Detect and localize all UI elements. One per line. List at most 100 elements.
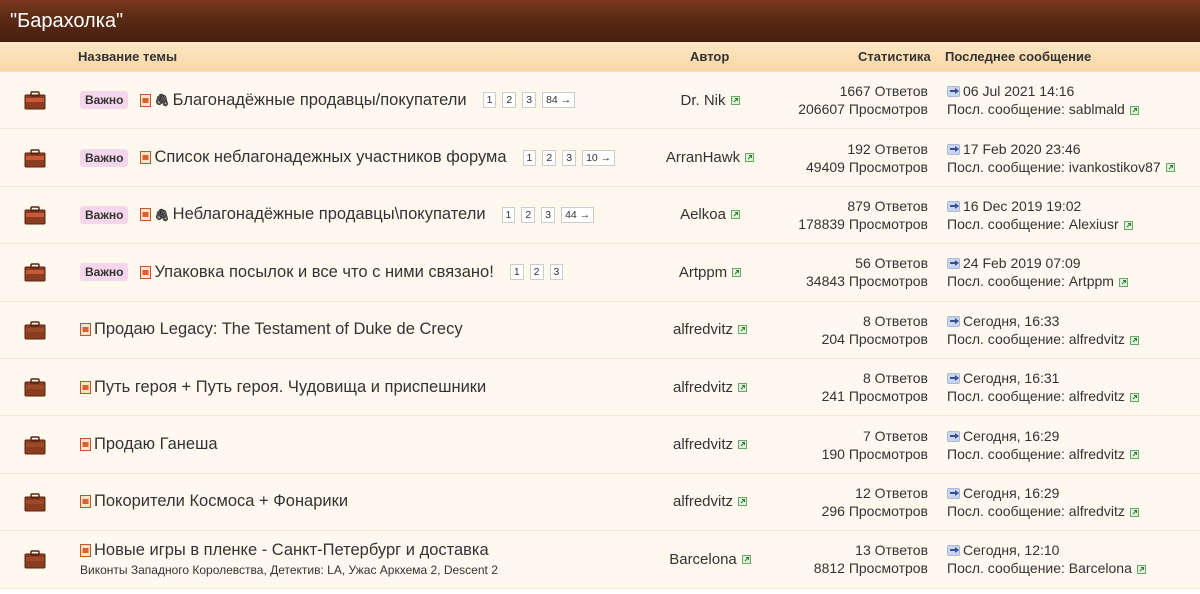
external-link-icon[interactable] [741, 554, 751, 564]
external-link-icon[interactable] [738, 382, 748, 392]
go-to-last-post-icon[interactable] [947, 487, 960, 499]
external-link-icon[interactable] [1118, 278, 1128, 288]
external-link-icon[interactable] [1129, 105, 1139, 115]
page-link[interactable]: 1 [501, 206, 516, 223]
author-link[interactable]: Dr. Nik [681, 92, 726, 109]
topic-title-link[interactable]: Упаковка посылок и все что с ними связан… [154, 263, 493, 282]
topic-cell: Продаю Ганеша [80, 416, 218, 472]
topic-title-link[interactable]: Новые игры в пленке - Санкт-Петербург и … [94, 541, 489, 560]
page-link[interactable]: 2 [529, 264, 544, 281]
reply-count: 56 Ответов [855, 255, 928, 272]
go-to-last-post-icon[interactable] [947, 258, 960, 270]
stats-cell: 1667 Ответов 206607 Просмотров [798, 72, 928, 128]
topic-row: Продаю Legacy: The Testament of Duke de … [0, 301, 1200, 359]
author-link[interactable]: alfredvitz [673, 493, 733, 510]
go-to-last-post-icon[interactable] [947, 200, 960, 212]
external-link-icon[interactable] [738, 440, 748, 450]
last-post-date: 24 Feb 2019 07:09 [963, 255, 1081, 272]
reply-count: 8 Ответов [862, 370, 928, 387]
go-to-last-post-icon[interactable] [947, 143, 960, 155]
last-post-cell: 06 Jul 2021 14:16 Посл. сообщение: sablm… [947, 72, 1139, 128]
last-post-date: Сегодня, 16:33 [963, 312, 1060, 329]
external-link-icon[interactable] [732, 267, 742, 277]
column-header-author: Автор [690, 49, 730, 64]
topic-title-link[interactable]: Продаю Ганеша [94, 435, 218, 454]
page-link[interactable]: 1 [522, 149, 537, 166]
external-link-icon[interactable] [1129, 507, 1139, 517]
last-post-author[interactable]: Посл. сообщение: alfredvitz [947, 388, 1125, 404]
last-post-author[interactable]: Посл. сообщение: sablmald [947, 101, 1125, 117]
page-link[interactable]: 1 [509, 264, 524, 281]
stats-cell: 56 Ответов 34843 Просмотров [806, 244, 928, 300]
author-cell: Dr. Nik [640, 72, 780, 128]
author-link[interactable]: alfredvitz [673, 321, 733, 338]
page-link[interactable]: 44 → [561, 206, 595, 223]
external-link-icon[interactable] [1129, 335, 1139, 345]
external-link-icon[interactable] [1129, 450, 1139, 460]
topic-folder-icon [24, 550, 46, 569]
author-link[interactable]: Artppm [679, 264, 727, 281]
page-link[interactable]: 2 [542, 149, 557, 166]
topic-title-link[interactable]: Продаю Legacy: The Testament of Duke de … [94, 320, 463, 339]
topic-title-link[interactable]: Благонадёжные продавцы/покупатели [173, 91, 467, 110]
topic-title-link[interactable]: Путь героя + Путь героя. Чудовища и прис… [94, 378, 486, 397]
topic-title-link[interactable]: Покорители Космоса + Фонарики [94, 492, 348, 511]
last-post-author[interactable]: Посл. сообщение: Barcelona [947, 560, 1132, 576]
topic-title-link[interactable]: Список неблагонадежных участников форума [154, 148, 506, 167]
topic-folder-icon [24, 321, 46, 340]
external-link-icon[interactable] [738, 325, 748, 335]
external-link-icon[interactable] [1129, 392, 1139, 402]
external-link-icon[interactable] [745, 153, 755, 163]
topic-row: Новые игры в пленке - Санкт-Петербург и … [0, 531, 1200, 589]
topic-row: Покорители Космоса + Фонарики alfredvitz… [0, 473, 1200, 532]
page-link[interactable]: 2 [521, 206, 536, 223]
last-post-author[interactable]: Посл. сообщение: alfredvitz [947, 331, 1125, 347]
page-link[interactable]: 10 → [582, 149, 616, 166]
topic-cell: Важно 🖇 Неблагонадёжные продавцы\покупат… [80, 187, 595, 243]
page-link[interactable]: 2 [502, 92, 517, 109]
last-post-author[interactable]: Посл. сообщение: Artppm [947, 273, 1114, 289]
author-cell: alfredvitz [640, 416, 780, 472]
author-link[interactable]: ArranHawk [666, 149, 740, 166]
page-link[interactable]: 3 [541, 206, 556, 223]
topic-doc-icon [140, 151, 152, 165]
author-link[interactable]: Barcelona [669, 551, 737, 568]
stats-cell: 8 Ответов 204 Просмотров [822, 302, 928, 358]
topic-title-link[interactable]: Неблагонадёжные продавцы\покупатели [173, 205, 486, 224]
external-link-icon[interactable] [1123, 220, 1133, 230]
external-link-icon[interactable] [1165, 163, 1175, 173]
page-link[interactable]: 1 [482, 92, 497, 109]
external-link-icon[interactable] [730, 210, 740, 220]
topic-cell: Важно Список неблагонадежных участников … [80, 129, 616, 185]
last-post-author[interactable]: Посл. сообщение: alfredvitz [947, 503, 1125, 519]
last-post-cell: Сегодня, 16:33 Посл. сообщение: alfredvi… [947, 302, 1139, 358]
topic-doc-icon [140, 208, 152, 222]
page-link[interactable]: 3 [549, 264, 564, 281]
go-to-last-post-icon[interactable] [947, 315, 960, 327]
topic-cell: Важно Упаковка посылок и все что с ними … [80, 244, 564, 300]
column-header-stats: Статистика [858, 49, 931, 64]
last-post-date: Сегодня, 16:29 [963, 427, 1060, 444]
author-link[interactable]: alfredvitz [673, 436, 733, 453]
go-to-last-post-icon[interactable] [947, 545, 960, 557]
go-to-last-post-icon[interactable] [947, 373, 960, 385]
page-link[interactable]: 3 [562, 149, 577, 166]
topic-subtitle: Виконты Западного Королевства, Детектив:… [80, 563, 498, 578]
author-cell: alfredvitz [640, 359, 780, 415]
author-link[interactable]: alfredvitz [673, 379, 733, 396]
go-to-last-post-icon[interactable] [947, 86, 960, 98]
last-post-date: 16 Dec 2019 19:02 [963, 197, 1082, 214]
go-to-last-post-icon[interactable] [947, 430, 960, 442]
page-link[interactable]: 84 → [542, 92, 576, 109]
last-post-author[interactable]: Посл. сообщение: alfredvitz [947, 446, 1125, 462]
external-link-icon[interactable] [730, 95, 740, 105]
external-link-icon[interactable] [1136, 565, 1146, 575]
last-post-author[interactable]: Посл. сообщение: Alexiusr [947, 216, 1119, 232]
stats-cell: 7 Ответов 190 Просмотров [822, 416, 928, 472]
author-link[interactable]: Aelkoa [680, 206, 726, 223]
page-link[interactable]: 3 [522, 92, 537, 109]
last-post-author[interactable]: Посл. сообщение: ivankostikov87 [947, 159, 1161, 175]
attachment-icon: 🖇 [154, 207, 170, 222]
external-link-icon[interactable] [738, 497, 748, 507]
forum-title: "Барахолка" [0, 0, 1200, 42]
